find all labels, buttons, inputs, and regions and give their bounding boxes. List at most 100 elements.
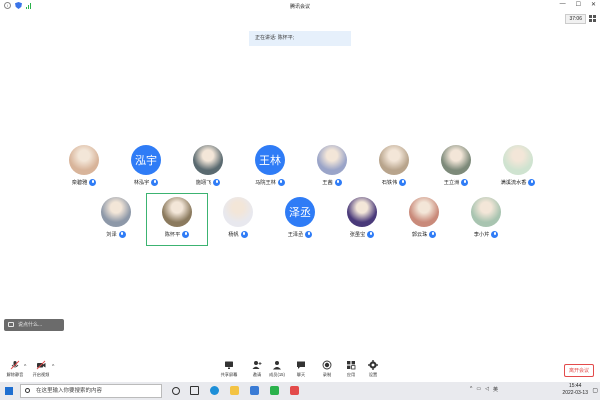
- participant-name: 郭云珠: [411, 232, 428, 238]
- windows-start-icon[interactable]: [5, 387, 13, 395]
- participant-name: 石铁伟: [381, 180, 398, 186]
- mic-icon: [399, 179, 407, 186]
- speaking-indicator: 正在讲话: 陈怀平;: [249, 31, 351, 46]
- participant-name-row: 陈怀平: [165, 231, 190, 238]
- avatar: [101, 197, 131, 227]
- clock-time: 15:44: [568, 383, 582, 389]
- task-view-icon[interactable]: [190, 386, 199, 395]
- participant-tile[interactable]: 泓宇 林泓宇: [116, 142, 176, 192]
- video-label: 开启视频: [32, 372, 50, 377]
- signal-icon[interactable]: [26, 2, 33, 9]
- avatar: [223, 197, 253, 227]
- share-screen-icon: [225, 361, 233, 369]
- mic-icon: [151, 179, 159, 186]
- invite-user-icon: [252, 361, 262, 369]
- notification-icon[interactable]: ▢: [592, 387, 598, 394]
- share-screen-button[interactable]: 共享屏幕: [214, 360, 244, 378]
- meeting-toolbar: 解除静音 ^ 开启视频 ^ 共享屏幕 邀请 成员(15) 聊天 录制 应用 设置…: [0, 358, 600, 382]
- leave-meeting-button[interactable]: 离开会议: [564, 364, 594, 377]
- ime-indicator[interactable]: 英: [493, 386, 498, 393]
- file-explorer-icon[interactable]: [230, 386, 239, 395]
- participant-name-row: 马院王林: [255, 179, 285, 186]
- layout-grid-icon[interactable]: [589, 15, 596, 22]
- record-label: 录制: [322, 372, 332, 377]
- participant-name-row: 施翊飞: [196, 179, 221, 186]
- avatar: [193, 145, 223, 175]
- avatar: [471, 197, 501, 227]
- settings-button[interactable]: 设置: [358, 360, 388, 378]
- taskbar-clock[interactable]: 15:44 2022-03-13: [562, 383, 588, 397]
- participant-tile[interactable]: 王茜: [302, 142, 362, 192]
- participant-tile[interactable]: 满溪流水香: [488, 142, 548, 192]
- clock-date: 2022-03-13: [562, 390, 588, 396]
- close-icon[interactable]: ✕: [591, 1, 596, 8]
- participant-name-row: 王立洲: [444, 179, 469, 186]
- participant-tile[interactable]: 王林 马院王林: [240, 142, 300, 192]
- participant-name-row: 杨帆: [228, 231, 248, 238]
- participant-name: 施翊飞: [195, 180, 212, 186]
- participant-tile[interactable]: 栾碧雅: [54, 142, 114, 192]
- cortana-icon[interactable]: [172, 387, 180, 395]
- participant-name: 林泓宇: [133, 180, 150, 186]
- tray-chevron-icon[interactable]: ^: [470, 386, 472, 393]
- window-title: 腾讯会议: [289, 4, 310, 10]
- participant-tile[interactable]: 杨帆: [208, 194, 268, 244]
- chat-icon: [297, 361, 305, 369]
- avatar: [317, 145, 347, 175]
- info-icon[interactable]: i: [4, 2, 11, 9]
- edge-browser-icon[interactable]: [210, 386, 219, 395]
- avatar: [347, 197, 377, 227]
- participant-tile[interactable]: 张虽宝: [332, 194, 392, 244]
- taskbar-search-input[interactable]: 在这里输入你要搜索的内容: [20, 384, 162, 398]
- shield-icon[interactable]: [15, 2, 22, 9]
- mic-icon: [461, 179, 469, 186]
- participant-tile[interactable]: 施翊飞: [178, 142, 238, 192]
- participant-name: 王泽丞: [287, 232, 304, 238]
- mic-icon: [429, 231, 437, 238]
- participant-tile[interactable]: 泽丞 王泽丞: [270, 194, 330, 244]
- participant-name-row: 石铁伟: [382, 179, 407, 186]
- volume-icon[interactable]: ◁: [485, 386, 489, 393]
- mute-label: 解除静音: [6, 372, 24, 377]
- wechat-icon[interactable]: [270, 386, 279, 395]
- wps-icon[interactable]: [290, 386, 299, 395]
- participant-name: 王立洲: [443, 180, 460, 186]
- participant-name-row: 栾碧雅: [72, 179, 97, 186]
- participant-name: 杨帆: [228, 232, 239, 238]
- participant-tile[interactable]: 石铁伟: [364, 142, 424, 192]
- avatar: [409, 197, 439, 227]
- mic-icon: [89, 179, 97, 186]
- avatar: [379, 145, 409, 175]
- avatar: [441, 145, 471, 175]
- participant-name: 李小芹: [473, 232, 490, 238]
- apps-label: 应用: [346, 372, 356, 377]
- maximize-icon[interactable]: ☐: [576, 1, 581, 8]
- settings-label: 设置: [368, 372, 378, 377]
- participant-tile[interactable]: 王立洲: [426, 142, 486, 192]
- participant-tile[interactable]: 刘泽: [86, 194, 146, 244]
- participant-name-row: 王泽丞: [288, 231, 313, 238]
- participant-tile[interactable]: 陈怀平: [146, 193, 208, 246]
- avatar: [162, 197, 192, 227]
- mic-icon: [305, 231, 313, 238]
- mic-icon: [491, 231, 499, 238]
- participant-name: 马院王林: [255, 180, 276, 186]
- taskbar-search-placeholder: 在这里输入你要搜索的内容: [36, 388, 103, 394]
- apps-grid-icon: [347, 361, 356, 370]
- minimize-icon[interactable]: —: [560, 1, 566, 8]
- store-icon[interactable]: [250, 386, 259, 395]
- windows-taskbar: 在这里输入你要搜索的内容 ^ ▭ ◁ 英 15:44 2022-03-13 ▢: [0, 382, 600, 400]
- members-label: 成员(15): [269, 372, 285, 377]
- meeting-info-bar: 37:06: [0, 13, 600, 24]
- chat-input[interactable]: 说点什么...: [4, 319, 64, 331]
- record-icon: [322, 360, 332, 370]
- participant-tile[interactable]: 郭云珠: [394, 194, 454, 244]
- video-options-chevron-icon[interactable]: ^: [52, 364, 54, 370]
- gear-icon: [368, 360, 378, 370]
- participant-name: 王茜: [322, 180, 333, 186]
- participant-tile[interactable]: 李小芹: [456, 194, 516, 244]
- mic-icon: [334, 179, 342, 186]
- mic-icon: [118, 231, 126, 238]
- title-bar-icons: i: [4, 2, 33, 9]
- network-icon[interactable]: ▭: [476, 386, 481, 393]
